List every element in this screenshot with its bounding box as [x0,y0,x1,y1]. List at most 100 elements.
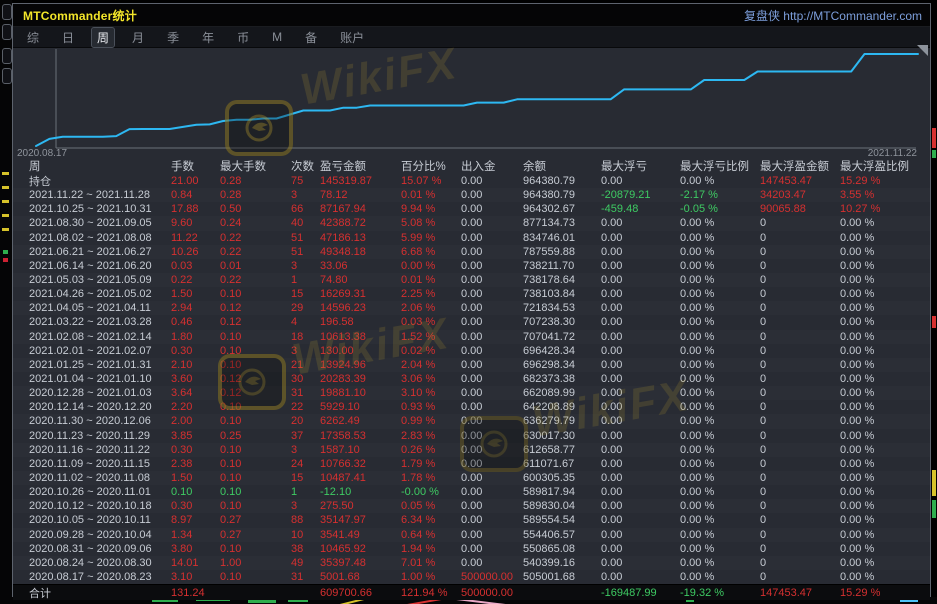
cell: 0.00 [601,316,680,328]
cell: 2.04 % [401,359,461,371]
cell: 2020.12.28 ~ 2021.01.03 [29,387,171,399]
resize-corner-icon[interactable] [917,45,928,56]
cell: 2.06 % [401,302,461,314]
cell: 0.00 [461,401,523,413]
cell: 0.00 [601,345,680,357]
menu-item-quarter[interactable]: 季 [162,28,184,47]
cell: 0.00 % [840,514,930,526]
table-row[interactable]: 2020.08.31 ~ 2020.09.063.800.103810465.9… [13,542,930,556]
table-row[interactable]: 2020.11.02 ~ 2020.11.081.500.101510487.4… [13,471,930,485]
cell: 877134.73 [523,217,601,229]
cell: 0.00 % [840,529,930,541]
table-row[interactable]: 2020.08.24 ~ 2020.08.3014.011.004935397.… [13,556,930,570]
cell: 0.00 [601,557,680,569]
cell: 834746.01 [523,232,601,244]
table-row[interactable]: 2021.06.21 ~ 2021.06.2710.260.225149348.… [13,245,930,259]
table-row[interactable]: 2021.04.05 ~ 2021.04.112.940.122914596.2… [13,301,930,315]
table-row[interactable]: 2020.11.23 ~ 2020.11.293.850.253717358.5… [13,429,930,443]
cell: 0.00 % [680,288,760,300]
cell: 2021.05.03 ~ 2021.05.09 [29,274,171,286]
cell: 15.07 % [401,175,461,187]
cell: 589817.94 [523,486,601,498]
cell: 0.00 % [840,557,930,569]
table-row[interactable]: 2021.08.02 ~ 2021.08.0811.220.225147186.… [13,231,930,245]
background-chart-fragment [2,172,9,175]
cell: 3 [291,345,320,357]
table-row[interactable]: 2020.09.28 ~ 2020.10.041.340.27103541.49… [13,528,930,542]
table-row[interactable]: 2021.02.08 ~ 2021.02.141.800.101810613.3… [13,330,930,344]
header-cell-7: 余额 [523,158,601,174]
menu-item-m[interactable]: M [267,29,287,45]
cell: 787559.88 [523,246,601,258]
cell: 10465.92 [320,543,401,555]
cell: 74.80 [320,274,401,286]
menu-item-account[interactable]: 账户 [335,28,369,47]
cell: 3 [291,500,320,512]
table-row[interactable]: 2021.02.01 ~ 2021.02.070.300.103130.000.… [13,344,930,358]
table-row[interactable]: 2021.04.26 ~ 2021.05.021.500.101516269.3… [13,287,930,301]
table-row[interactable]: 2021.05.03 ~ 2021.05.090.220.22174.800.0… [13,273,930,287]
menu-item-currency[interactable]: 币 [232,28,254,47]
title-bar[interactable]: MTCommander统计 复盘侠 http://MTCommander.com [13,4,930,27]
cell: 18 [291,331,320,343]
background-chart-fragment [2,200,9,203]
cell: 88 [291,514,320,526]
cell: 0.00 [461,444,523,456]
table-row[interactable]: 2020.08.17 ~ 2020.08.233.100.10315001.68… [13,570,930,584]
cell: 5.99 % [401,232,461,244]
cell: 0 [760,373,840,385]
table-row[interactable]: 持仓21.000.2875145319.8715.07 %0.00964380.… [13,174,930,188]
header-cell-5: 百分比% [401,158,461,174]
table-row[interactable]: 2021.01.25 ~ 2021.01.312.100.102113924.9… [13,358,930,372]
menu-item-summary[interactable]: 综 [22,28,44,47]
cell: 0.25 [220,430,291,442]
table-row[interactable]: 2020.11.30 ~ 2020.12.062.000.10206262.49… [13,414,930,428]
cell: 35397.48 [320,557,401,569]
table-row[interactable]: 2020.10.05 ~ 2020.10.118.970.278835147.9… [13,513,930,527]
cell: -0.00 % [401,486,461,498]
cell: 0.00 % [680,274,760,286]
cell: 636279.79 [523,415,601,427]
cell: 24 [291,458,320,470]
table-row[interactable]: 2020.11.09 ~ 2020.11.152.380.102410766.3… [13,457,930,471]
brand-link[interactable]: 复盘侠 http://MTCommander.com [744,7,930,24]
cell: 0.00 % [840,302,930,314]
cell: 0.93 % [401,401,461,413]
table-row[interactable]: 2020.10.12 ~ 2020.10.180.300.103275.500.… [13,499,930,513]
menu-item-week[interactable]: 周 [92,28,114,47]
table-row[interactable]: 2020.12.14 ~ 2020.12.202.200.10225929.10… [13,400,930,414]
menu-item-notes[interactable]: 备 [300,28,322,47]
cell: 642208.89 [523,401,601,413]
cell: 0 [760,246,840,258]
cell: 22 [291,401,320,413]
menu-item-day[interactable]: 日 [57,28,79,47]
cell: 21.00 [171,175,220,187]
cell: 0.00 % [680,430,760,442]
cell: 0.00 % [680,401,760,413]
cell: 0.00 [601,529,680,541]
cell: 0.00 % [840,500,930,512]
table-row[interactable]: 2021.03.22 ~ 2021.03.280.460.124196.580.… [13,315,930,329]
cell: 2020.11.30 ~ 2020.12.06 [29,415,171,427]
cell: 2021.08.02 ~ 2021.08.08 [29,232,171,244]
cell: 0.10 [220,458,291,470]
cell: 0.28 [220,189,291,201]
cell: 0.01 % [401,189,461,201]
cell: 0.00 [601,302,680,314]
table-row[interactable]: 2021.10.25 ~ 2021.10.3117.880.506687167.… [13,202,930,216]
table-row[interactable]: 2021.11.22 ~ 2021.11.280.840.28378.120.0… [13,188,930,202]
cell: 0.03 [171,260,220,272]
menu-item-year[interactable]: 年 [197,28,219,47]
table-row[interactable]: 2021.06.14 ~ 2021.06.200.030.01333.060.0… [13,259,930,273]
cell: 0.00 [601,486,680,498]
cell: 0.00 [461,373,523,385]
table-row[interactable]: 2020.12.28 ~ 2021.01.033.640.123119881.1… [13,386,930,400]
table-row[interactable]: 2021.08.30 ~ 2021.09.059.600.244042388.7… [13,216,930,230]
table-row[interactable]: 2021.01.04 ~ 2021.01.103.600.123020283.3… [13,372,930,386]
menu-item-month[interactable]: 月 [127,28,149,47]
cell: 0 [760,500,840,512]
table-row[interactable]: 2020.10.26 ~ 2020.11.010.100.101-12.10-0… [13,485,930,499]
total-row[interactable]: 合计131.24609700.66121.94 %500000.00-16948… [13,584,930,600]
cell: 2020.11.02 ~ 2020.11.08 [29,472,171,484]
table-row[interactable]: 2020.11.16 ~ 2020.11.220.300.1031587.100… [13,443,930,457]
